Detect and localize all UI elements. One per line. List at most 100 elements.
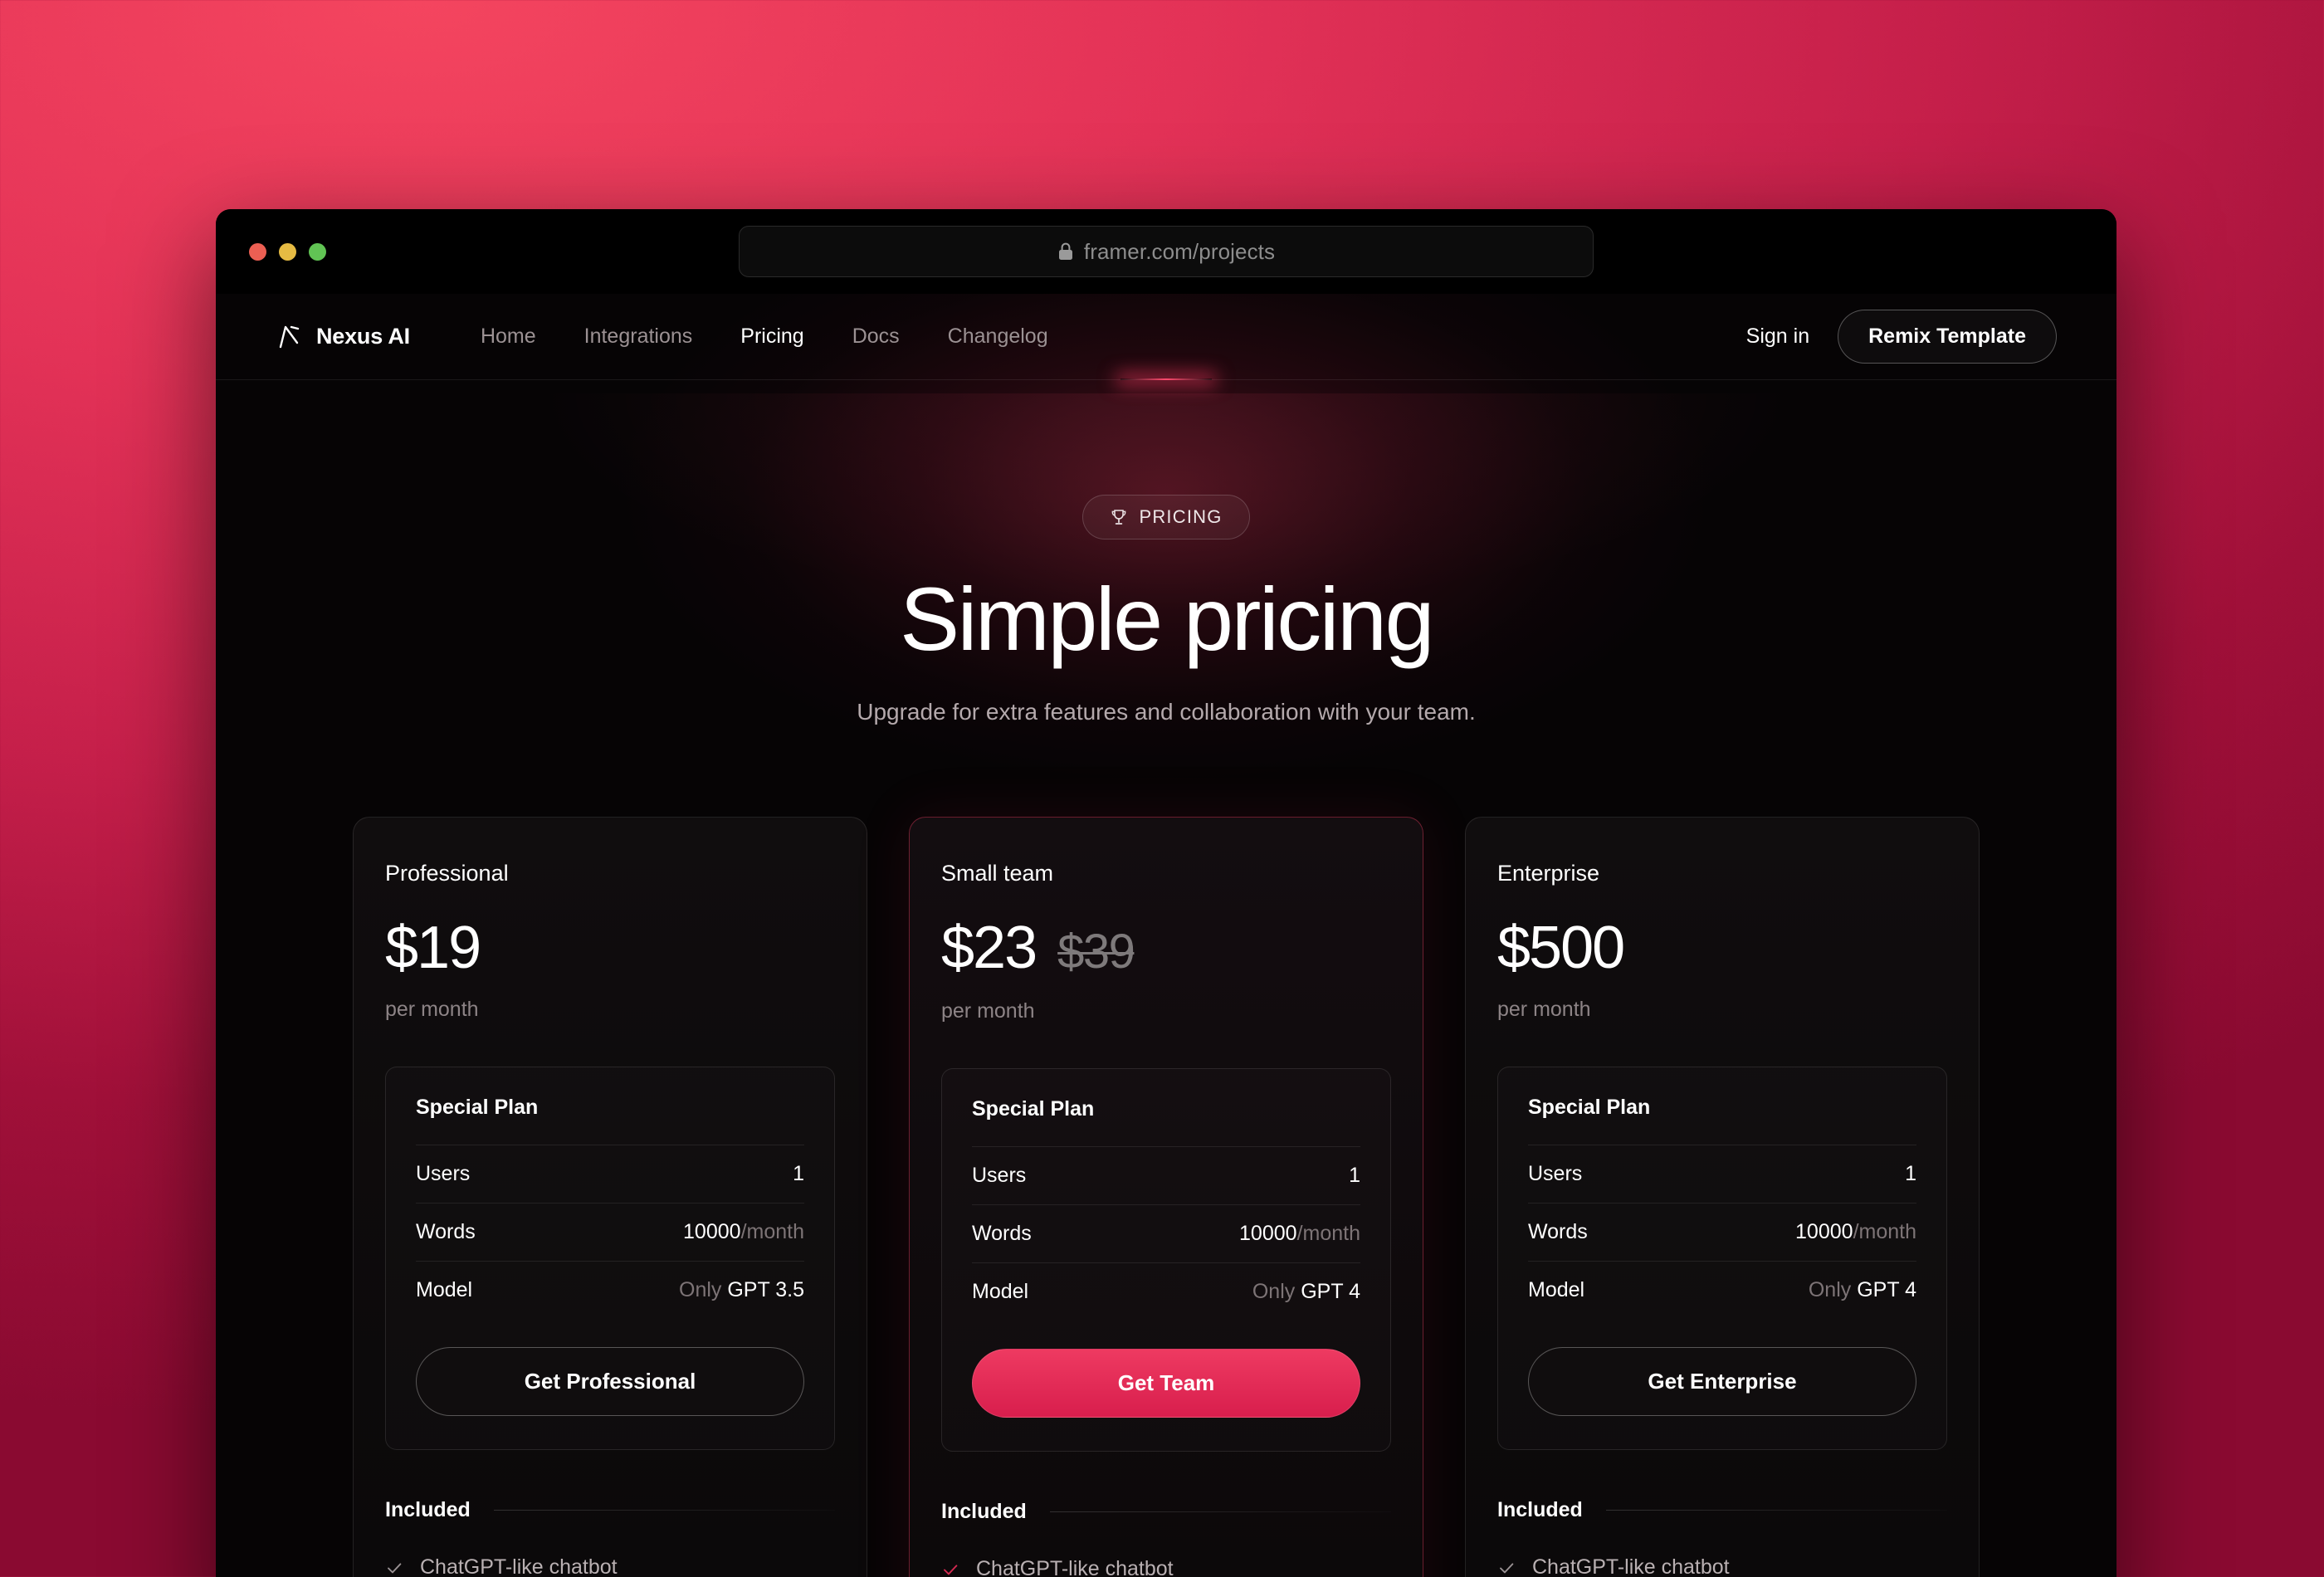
spec-key: Users xyxy=(1528,1162,1583,1185)
spec-value: Only GPT 4 xyxy=(1252,1280,1360,1303)
price-row: $500 xyxy=(1497,918,1947,978)
spec-box-title: Special Plan xyxy=(1528,1096,1651,1119)
feature-item: ChatGPT-like chatbot xyxy=(1497,1555,1947,1577)
feature-label: ChatGPT-like chatbot xyxy=(420,1555,618,1577)
trophy-icon xyxy=(1112,510,1126,525)
spec-value: 10000/month xyxy=(683,1220,804,1243)
feature-item: ChatGPT-like chatbot xyxy=(385,1555,835,1577)
spec-row: Model Only GPT 4 xyxy=(972,1262,1360,1321)
feature-list: ChatGPT-like chatbot AI Article Nexus 3.… xyxy=(385,1555,835,1577)
spec-value: 10000/month xyxy=(1795,1220,1916,1243)
pricing-card-professional: Professional $19 per month Special Plan … xyxy=(353,817,867,1577)
spec-row: Words 10000/month xyxy=(416,1203,804,1261)
feature-list: ChatGPT-like chatbot AI Article Nexus 3.… xyxy=(941,1557,1391,1577)
spec-row: Model Only GPT 3.5 xyxy=(416,1261,804,1319)
spec-key: Words xyxy=(972,1222,1032,1245)
hero-subtitle: Upgrade for extra features and collabora… xyxy=(857,699,1476,725)
plan-period: per month xyxy=(1497,998,1591,1021)
pricing-badge-label: PRICING xyxy=(1139,506,1223,527)
brand-logo[interactable]: Nexus AI xyxy=(276,323,410,351)
plan-cta-button[interactable]: Get Enterprise xyxy=(1528,1347,1916,1416)
maximize-window-button[interactable] xyxy=(309,242,326,261)
nav-actions: Sign in Remix Template xyxy=(1746,310,2057,364)
plan-price: $500 xyxy=(1497,915,1625,981)
spec-value: 1 xyxy=(793,1162,804,1185)
included-label: Included xyxy=(1497,1498,1583,1521)
pricing-card-enterprise: Enterprise $500 per month Special Plan U… xyxy=(1465,817,1980,1577)
hero-section: PRICING Simple pricing Upgrade for extra… xyxy=(216,380,2116,725)
spec-box-title: Special Plan xyxy=(972,1097,1095,1120)
spec-key: Model xyxy=(1528,1278,1585,1301)
minimize-window-button[interactable] xyxy=(279,242,296,261)
plan-price: $23 xyxy=(941,915,1038,981)
nexus-logo-icon xyxy=(279,325,300,348)
url-bar[interactable]: framer.com/projects xyxy=(739,226,1594,277)
remix-template-button[interactable]: Remix Template xyxy=(1838,310,2057,364)
url-text: framer.com/projects xyxy=(1083,238,1276,264)
plan-spec-box: Special Plan Users 1 Words 10000/month M… xyxy=(1497,1067,1947,1450)
included-divider xyxy=(1605,1510,1947,1511)
nav-link-pricing[interactable]: Pricing xyxy=(716,325,828,349)
spec-value: Only GPT 3.5 xyxy=(679,1278,804,1301)
plan-name: Small team xyxy=(941,861,1054,886)
spec-value: 1 xyxy=(1905,1162,1916,1185)
page-title: Simple pricing xyxy=(900,569,1434,669)
browser-window: framer.com/projects Nexus AI Home Integr… xyxy=(216,209,2116,1577)
plan-price: $19 xyxy=(385,915,481,981)
feature-label: ChatGPT-like chatbot xyxy=(976,1557,1174,1577)
plan-period: per month xyxy=(385,998,479,1021)
pricing-card-small-team: Small team $23 $39 per month Special Pla… xyxy=(909,817,1423,1577)
included-divider xyxy=(493,1510,835,1511)
nav-link-changelog[interactable]: Changelog xyxy=(924,325,1072,349)
spec-row: Words 10000/month xyxy=(1528,1203,1916,1261)
browser-chrome-bar: framer.com/projects xyxy=(216,209,2116,294)
pricing-badge: PRICING xyxy=(1082,495,1250,540)
plan-cta-button[interactable]: Get Professional xyxy=(416,1347,804,1416)
plan-name: Enterprise xyxy=(1497,861,1600,886)
nav-link-pricing-label: Pricing xyxy=(740,325,804,348)
feature-label: ChatGPT-like chatbot xyxy=(1532,1555,1730,1577)
nav-link-docs[interactable]: Docs xyxy=(828,325,924,349)
plan-cta-button[interactable]: Get Team xyxy=(972,1349,1360,1418)
spec-row: Model Only GPT 4 xyxy=(1528,1261,1916,1319)
plan-spec-box: Special Plan Users 1 Words 10000/month M… xyxy=(385,1067,835,1450)
spec-value: 10000/month xyxy=(1239,1222,1360,1245)
sign-in-link[interactable]: Sign in xyxy=(1746,325,1809,349)
plan-period: per month xyxy=(941,999,1035,1023)
spec-key: Words xyxy=(1528,1220,1588,1243)
price-row: $23 $39 xyxy=(941,918,1391,979)
traffic-lights xyxy=(249,242,326,261)
close-window-button[interactable] xyxy=(249,242,266,261)
nav-link-integrations[interactable]: Integrations xyxy=(560,325,717,349)
active-nav-indicator xyxy=(1120,378,1212,380)
price-row: $19 xyxy=(385,918,835,978)
spec-row: Users 1 xyxy=(972,1146,1360,1204)
plan-old-price: $39 xyxy=(1057,925,1135,979)
spec-box-title: Special Plan xyxy=(416,1096,539,1119)
pricing-grid: Professional $19 per month Special Plan … xyxy=(216,817,2116,1577)
lock-icon xyxy=(1058,242,1072,260)
spec-value: Only GPT 4 xyxy=(1808,1278,1916,1301)
nav-link-home[interactable]: Home xyxy=(456,325,560,349)
spec-key: Users xyxy=(416,1162,471,1185)
spec-key: Words xyxy=(416,1220,476,1243)
feature-list: ChatGPT-like chatbot AI Article Nexus 4 xyxy=(1497,1555,1947,1577)
spec-value: 1 xyxy=(1349,1164,1360,1187)
spec-key: Model xyxy=(416,1278,473,1301)
feature-item: ChatGPT-like chatbot xyxy=(941,1557,1391,1577)
included-header: Included xyxy=(385,1498,835,1522)
spec-row: Users 1 xyxy=(1528,1145,1916,1203)
nav-links: Home Integrations Pricing Docs Changelog xyxy=(456,325,1072,349)
included-label: Included xyxy=(941,1500,1027,1523)
included-divider xyxy=(1049,1511,1391,1512)
spec-key: Model xyxy=(972,1280,1029,1303)
spec-row: Words 10000/month xyxy=(972,1204,1360,1262)
brand-name: Nexus AI xyxy=(316,324,410,349)
included-header: Included xyxy=(941,1500,1391,1524)
included-header: Included xyxy=(1497,1498,1947,1522)
web-page: Nexus AI Home Integrations Pricing Docs … xyxy=(216,294,2116,1577)
check-icon xyxy=(944,1564,958,1575)
spec-key: Users xyxy=(972,1164,1027,1187)
plan-name: Professional xyxy=(385,861,509,886)
included-label: Included xyxy=(385,1498,471,1521)
